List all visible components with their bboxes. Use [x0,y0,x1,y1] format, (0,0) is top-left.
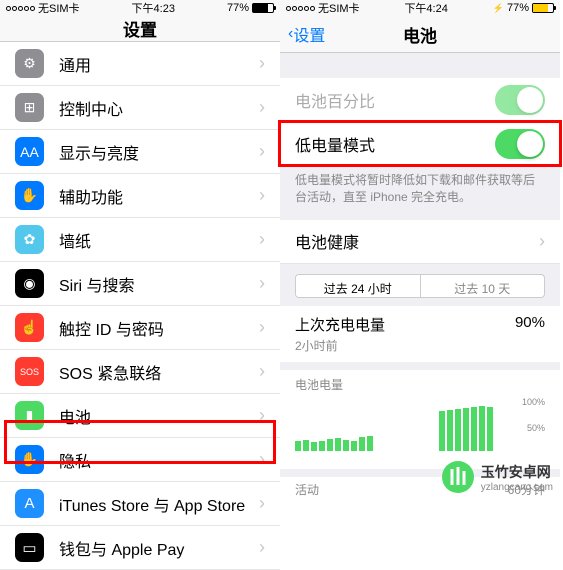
nav-bar: ‹ 设置 电池 [280,17,560,54]
back-button[interactable]: ‹ 设置 [288,22,325,46]
chevron-right-icon: › [259,405,265,426]
battery-options: 电池百分比 低电量模式 [280,78,560,166]
row-icon: ✋ [15,445,44,474]
row-icon: ⚙ [15,49,44,78]
chevron-right-icon: › [259,273,265,294]
row-icon: ☝ [15,313,44,342]
settings-row[interactable]: ⚙通用› [0,42,280,86]
chevron-right-icon: › [259,361,265,382]
carrier-label: 无SIM卡 [318,0,360,16]
chevron-right-icon: › [259,537,265,558]
chevron-right-icon: › [259,185,265,206]
settings-row[interactable]: AA显示与亮度› [0,130,280,174]
status-bar: 无SIM卡 下午4:24 ⚡ 77% [280,0,560,17]
row-icon: ⊞ [15,93,44,122]
settings-row[interactable]: AiTunes Store 与 App Store› [0,482,280,526]
time-range-segment[interactable]: 过去 24 小时 过去 10 天 [295,274,545,298]
settings-list: ⚙通用›⊞控制中心›AA显示与亮度›✋辅助功能›✿墙纸›◉Siri 与搜索›☝触… [0,42,280,482]
battery-icon [252,3,274,13]
chevron-right-icon: › [259,97,265,118]
toggle-switch[interactable] [495,129,545,159]
charging-icon: ⚡ [493,3,504,14]
settings-row[interactable]: ✿墙纸› [0,218,280,262]
row-icon: ▭ [15,533,44,562]
segment-10d[interactable]: 过去 10 天 [421,275,545,297]
chevron-right-icon: › [259,317,265,338]
row-icon: ◉ [15,269,44,298]
time-label: 下午4:24 [404,0,447,16]
settings-list-2: AiTunes Store 与 App Store›▭钱包与 Apple Pay… [0,482,280,570]
low-power-description: 低电量模式将暂时降低如下载和邮件获取等后台活动，直至 iPhone 完全充电。 [280,166,560,212]
signal-dots [286,6,315,11]
battery-percent: 77% [507,2,529,14]
settings-row[interactable]: ☝触控 ID 与密码› [0,306,280,350]
battery-health-row[interactable]: 电池健康 › [280,220,560,264]
row-icon: AA [15,137,44,166]
settings-row[interactable]: SOSSOS 紧急联络› [0,350,280,394]
page-title: 设置 [123,16,157,41]
chevron-right-icon: › [259,493,265,514]
settings-row[interactable]: ◉Siri 与搜索› [0,262,280,306]
settings-row[interactable]: ✋隐私› [0,438,280,482]
status-bar: 无SIM卡 下午4:23 77% [0,0,280,16]
row-icon: ✿ [15,225,44,254]
chevron-right-icon: › [259,229,265,250]
battery-level-chart: 电池电量 100% 50% [280,370,560,469]
settings-row[interactable]: ▭钱包与 Apple Pay› [0,526,280,570]
carrier-label: 无SIM卡 [38,0,80,16]
row-icon: A [15,489,44,518]
settings-row[interactable]: ✋辅助功能› [0,174,280,218]
segment-24h[interactable]: 过去 24 小时 [296,275,421,297]
row-icon: ✋ [15,181,44,210]
nav-bar: 设置 [0,16,280,42]
chevron-right-icon: › [259,53,265,74]
row-icon: ▮ [15,401,44,430]
low-power-mode-row[interactable]: 低电量模式 [280,122,560,166]
battery-icon [532,3,554,13]
settings-row[interactable]: ▮电池› [0,394,280,438]
toggle-switch[interactable] [495,85,545,115]
battery-percentage-row[interactable]: 电池百分比 [280,78,560,122]
chevron-right-icon: › [259,449,265,470]
settings-row[interactable]: ⊞控制中心› [0,86,280,130]
last-charge-section: 上次充电电量 90% 2小时前 [280,306,560,362]
row-icon: SOS [15,357,44,386]
battery-screen: 无SIM卡 下午4:24 ⚡ 77% ‹ 设置 电池 电池百分比 低电量模式 低… [280,0,560,500]
settings-screen: 无SIM卡 下午4:23 77% 设置 ⚙通用›⊞控制中心›AA显示与亮度›✋辅… [0,0,280,500]
signal-dots [6,6,35,11]
battery-percent: 77% [227,2,249,14]
page-title: 电池 [403,22,437,47]
watermark: 玉竹安卓网 yzlangcang.com [440,459,553,495]
time-label: 下午4:23 [132,0,175,16]
chevron-right-icon: › [539,231,545,252]
chevron-right-icon: › [259,141,265,162]
